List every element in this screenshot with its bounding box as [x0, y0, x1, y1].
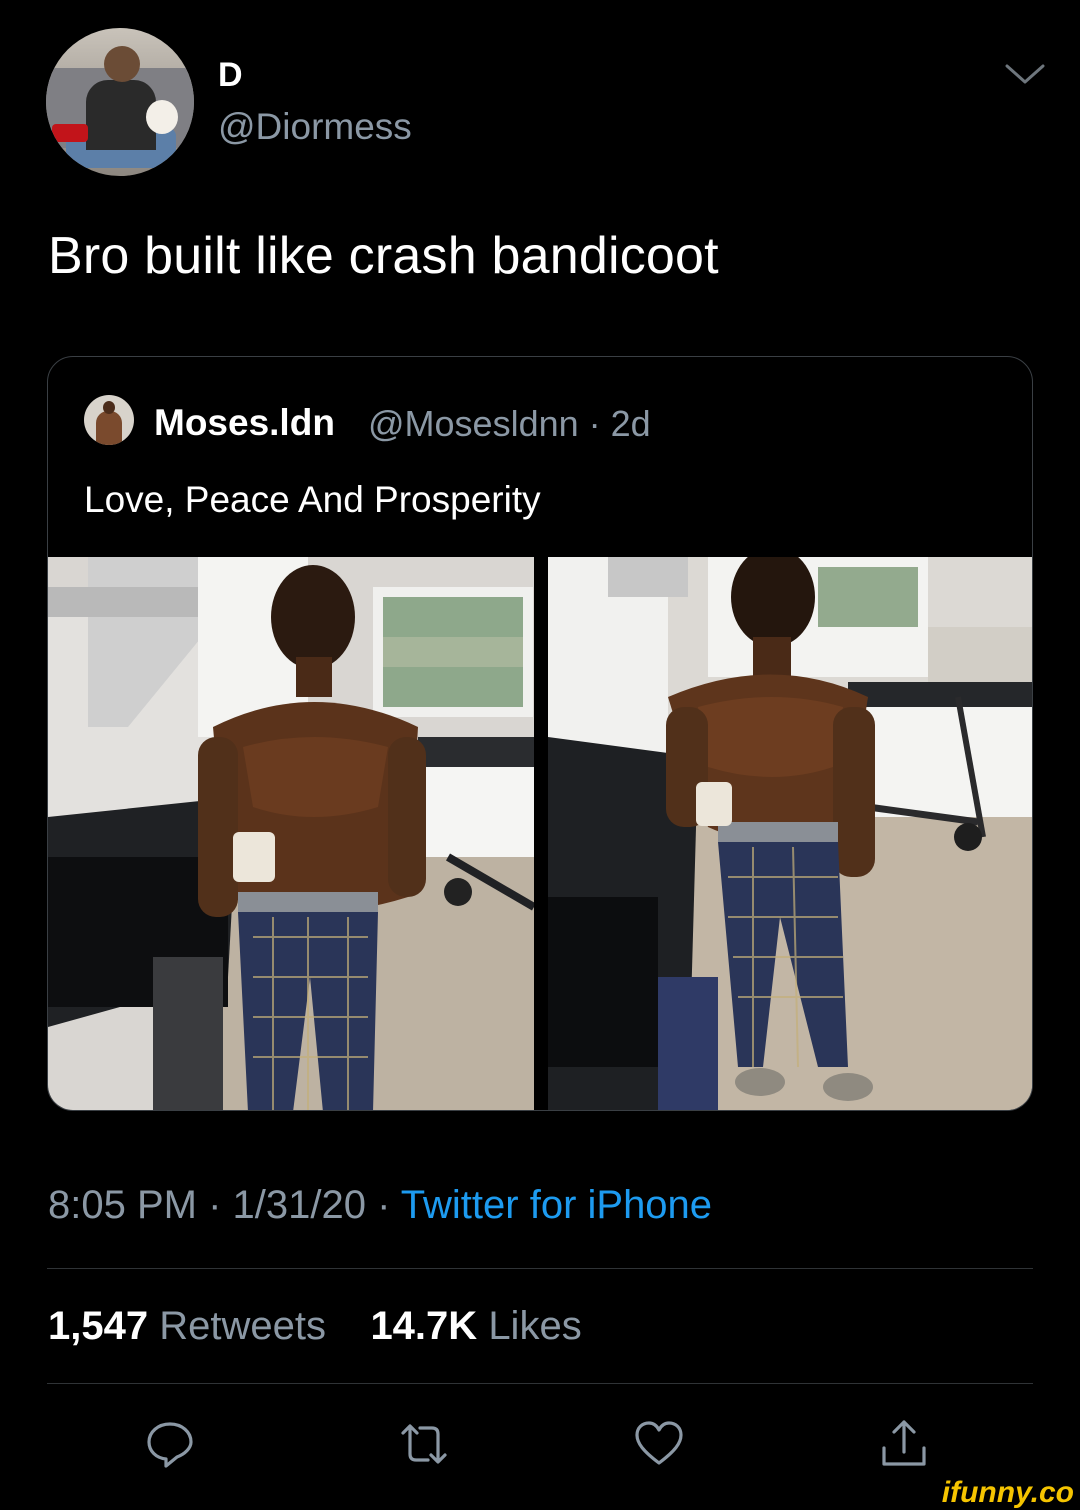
author-handle[interactable]: @Diormess: [218, 106, 412, 148]
retweet-icon[interactable]: [398, 1418, 450, 1470]
tweet-text: Bro built like crash bandicoot: [48, 227, 719, 285]
timestamp-text: 8:05 PM · 1/31/20 ·: [48, 1183, 401, 1227]
author-avatar[interactable]: [46, 28, 194, 176]
divider-top: [47, 1268, 1033, 1269]
quoted-photo-2[interactable]: [548, 557, 1032, 1110]
author-display-name[interactable]: D: [218, 56, 243, 95]
reply-icon[interactable]: [144, 1418, 196, 1470]
retweets-label: Retweets: [159, 1304, 326, 1348]
heart-icon[interactable]: [633, 1418, 685, 1470]
likes-count: 14.7K: [370, 1304, 478, 1348]
quoted-tweet-text: Love, Peace And Prosperity: [84, 479, 541, 520]
quoted-author-avatar[interactable]: [84, 395, 134, 445]
engagement-stats: 1,547 Retweets 14.7K Likes: [48, 1304, 582, 1349]
quoted-author-name[interactable]: Moses.ldn: [154, 402, 335, 444]
quoted-photo-1[interactable]: [48, 557, 534, 1110]
share-icon[interactable]: [878, 1418, 930, 1470]
divider-bottom: [47, 1383, 1033, 1384]
watermark-bar: [0, 1488, 1080, 1510]
quoted-tweet-card[interactable]: Moses.ldn @Mosesldnn · 2d Love, Peace An…: [47, 356, 1033, 1111]
retweets-stat[interactable]: 1,547 Retweets: [48, 1304, 326, 1348]
likes-stat[interactable]: 14.7K Likes: [370, 1304, 581, 1348]
likes-label: Likes: [488, 1304, 582, 1348]
watermark-logo: ifunny.co: [941, 1476, 1074, 1509]
photo-divider: [534, 557, 548, 1110]
quoted-author-handle-time: @Mosesldnn · 2d: [368, 403, 651, 444]
tweet-timestamp: 8:05 PM · 1/31/20 · Twitter for iPhone: [48, 1183, 712, 1228]
chevron-down-icon[interactable]: [1003, 62, 1047, 88]
source-link[interactable]: Twitter for iPhone: [401, 1183, 712, 1227]
retweets-count: 1,547: [48, 1304, 149, 1348]
